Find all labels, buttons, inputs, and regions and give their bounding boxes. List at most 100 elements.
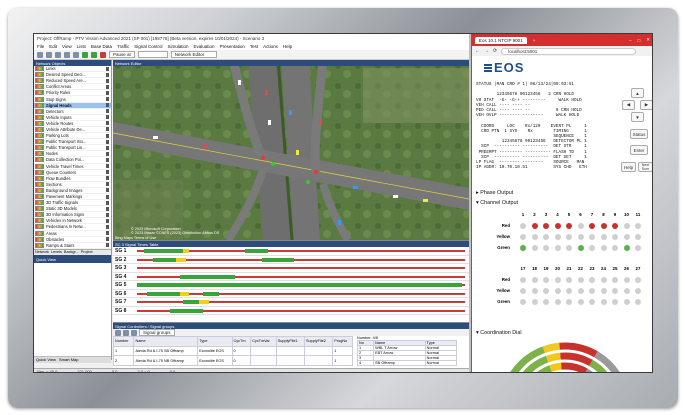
status-key[interactable]: Status xyxy=(630,129,648,139)
open-icon[interactable] xyxy=(46,51,52,58)
visibility-toggle[interactable] xyxy=(106,212,109,217)
visibility-toggle[interactable] xyxy=(106,109,109,114)
channel-output-header[interactable]: ▾ Channel Output xyxy=(476,200,518,206)
visibility-toggle[interactable] xyxy=(106,90,109,95)
network-editor-dropdown[interactable]: Network Editor xyxy=(170,51,217,58)
visibility-toggle[interactable] xyxy=(106,188,109,193)
visibility-toggle[interactable] xyxy=(106,66,109,71)
redo-icon[interactable] xyxy=(73,51,79,58)
edit-icon[interactable] xyxy=(123,329,129,336)
visibility-toggle[interactable] xyxy=(106,97,109,102)
help-key[interactable]: Help xyxy=(621,162,636,172)
aerial-map[interactable]: © 2023 Microsoft Corporation © 2023 Maxa… xyxy=(113,60,469,240)
back-icon[interactable]: ← xyxy=(475,48,480,54)
menu-item[interactable]: Evaluation xyxy=(194,44,215,50)
left-tab[interactable]: Network xyxy=(35,250,49,255)
visibility-toggle[interactable] xyxy=(106,139,109,144)
visibility-toggle[interactable] xyxy=(106,78,109,83)
menu-item[interactable]: Lists xyxy=(77,44,86,50)
menu-item[interactable]: Help xyxy=(283,44,292,50)
menu-item[interactable]: Edit xyxy=(49,44,57,50)
column-header[interactable]: SupplyFile2 xyxy=(303,336,334,347)
visibility-toggle[interactable] xyxy=(106,145,109,150)
column-header[interactable]: CycTmVar xyxy=(250,336,277,347)
visibility-toggle[interactable] xyxy=(106,133,109,138)
left-tab[interactable]: Backgr... xyxy=(64,250,79,255)
column-header[interactable]: ProgNo xyxy=(332,336,353,347)
sc-selector[interactable]: Signal groups xyxy=(139,329,175,336)
browser-tab[interactable]: Eos 10.1 NTCIP 9001 xyxy=(475,36,527,44)
visibility-toggle[interactable] xyxy=(106,127,109,132)
network-object-icon xyxy=(35,224,44,230)
delete-icon[interactable] xyxy=(131,329,137,336)
play-icon[interactable] xyxy=(82,51,88,58)
undo-icon[interactable] xyxy=(64,51,70,58)
visibility-toggle[interactable] xyxy=(106,206,109,211)
signal-group-label: SG 7 xyxy=(115,299,127,305)
next-screen-key[interactable]: Next Scrn xyxy=(638,162,652,172)
menu-item[interactable]: File xyxy=(37,44,44,50)
left-tab[interactable]: Levels xyxy=(51,250,62,255)
enter-key[interactable]: Enter xyxy=(630,145,648,155)
menu-item[interactable]: Signal Control xyxy=(134,44,162,50)
visibility-toggle[interactable] xyxy=(106,151,109,156)
right-key[interactable]: ▶ xyxy=(640,100,652,110)
new-tab-button[interactable]: + xyxy=(533,38,536,43)
visibility-toggle[interactable] xyxy=(106,157,109,162)
menu-item[interactable]: View xyxy=(62,44,72,50)
save-icon[interactable] xyxy=(55,51,61,58)
channel-number: 23 xyxy=(589,266,595,271)
left-tab[interactable]: Project xyxy=(81,250,93,255)
visibility-toggle[interactable] xyxy=(106,121,109,126)
minimize-button[interactable]: – xyxy=(629,38,632,43)
maximize-button[interactable]: □ xyxy=(638,38,641,43)
table-row[interactable]: 2 Alexia Rd & I-75 NB Offramp Econolite EO… xyxy=(112,355,353,366)
phase-output-header[interactable]: ▸ Phase Output xyxy=(476,190,513,196)
tab-quick-view[interactable]: Quick View xyxy=(36,357,56,363)
visibility-toggle[interactable] xyxy=(106,72,109,77)
pause-at-field[interactable] xyxy=(137,51,168,58)
visibility-toggle[interactable] xyxy=(106,194,109,199)
menu-item[interactable]: Presentation xyxy=(220,44,245,50)
visibility-toggle[interactable] xyxy=(106,224,109,229)
new-icon[interactable] xyxy=(37,51,43,58)
tab-smart-map[interactable]: Smart Map xyxy=(59,357,79,363)
menu-item[interactable]: Simulation xyxy=(168,44,189,50)
table-cell: Alexia Rd & I-75 NB Offramp xyxy=(133,355,199,366)
visibility-toggle[interactable] xyxy=(106,200,109,205)
visibility-toggle[interactable] xyxy=(106,243,109,248)
visibility-toggle[interactable] xyxy=(106,84,109,89)
step-icon[interactable] xyxy=(91,51,97,58)
visibility-toggle[interactable] xyxy=(106,182,109,187)
visibility-toggle[interactable] xyxy=(106,218,109,223)
reload-icon[interactable]: ⟳ xyxy=(493,48,497,54)
visibility-toggle[interactable] xyxy=(106,103,109,108)
column-header[interactable]: Type xyxy=(197,336,233,347)
coordination-dial-header[interactable]: ▾ Coordination Dial xyxy=(476,330,522,336)
address-bar[interactable]: localhost:5001 xyxy=(501,47,636,55)
table-row[interactable]: 1 Alexia Rd & I-75 SB Offramp Econolite EO… xyxy=(112,345,353,357)
column-header[interactable]: SupplyFile1 xyxy=(275,336,306,347)
column-header[interactable]: Name xyxy=(133,336,199,347)
menu-item[interactable]: Actions xyxy=(263,44,278,50)
column-header[interactable]: CycTm xyxy=(231,336,252,347)
forward-icon[interactable]: → xyxy=(484,48,489,54)
table-row[interactable]: 4 SB Offramp Normal xyxy=(356,360,458,366)
down-key[interactable]: ▼ xyxy=(631,112,644,122)
visibility-toggle[interactable] xyxy=(106,176,109,181)
visibility-toggle[interactable] xyxy=(106,237,109,242)
menu-item[interactable]: Traffic xyxy=(117,44,129,50)
visibility-toggle[interactable] xyxy=(106,164,109,169)
visibility-toggle[interactable] xyxy=(106,231,109,236)
visibility-toggle[interactable] xyxy=(106,115,109,120)
menu-item[interactable]: Base Data xyxy=(91,44,112,50)
column-header[interactable]: Number xyxy=(112,336,135,347)
up-key[interactable]: ▲ xyxy=(631,88,644,98)
menu-item[interactable]: Test xyxy=(250,44,258,50)
stop-icon[interactable] xyxy=(100,51,106,58)
left-key[interactable]: ◀ xyxy=(622,100,635,110)
add-icon[interactable] xyxy=(115,329,121,336)
network-editor-view[interactable]: Network Editor © 2023 Microsoft Corporat… xyxy=(113,60,469,240)
visibility-toggle[interactable] xyxy=(106,170,109,175)
close-button[interactable]: ✕ xyxy=(646,37,650,43)
